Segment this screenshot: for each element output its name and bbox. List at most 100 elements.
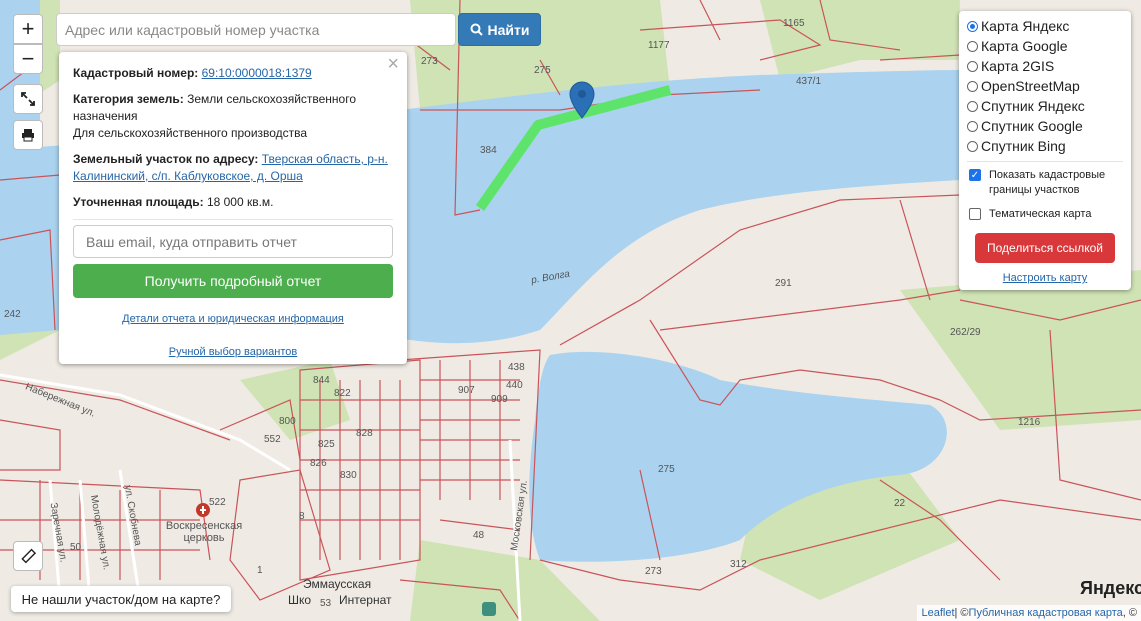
layer-option-yandex-satellite[interactable]: Спутник Яндекс bbox=[967, 96, 1123, 116]
parcel-label-830: 830 bbox=[340, 470, 357, 481]
print-button[interactable] bbox=[13, 120, 43, 150]
parcel-label-291: 291 bbox=[775, 278, 792, 289]
parcel-label-275b: 275 bbox=[658, 464, 675, 475]
show-boundaries-toggle[interactable]: ✓ Показать кадастровые границы участков bbox=[967, 168, 1123, 198]
attribution-tail: , © bbox=[1122, 607, 1137, 619]
parcel-label-1216: 1216 bbox=[1018, 417, 1041, 428]
radio-icon[interactable] bbox=[967, 100, 978, 112]
parcel-label-273: 273 bbox=[421, 56, 438, 67]
radio-icon[interactable] bbox=[967, 60, 978, 72]
checkbox-checked-icon[interactable]: ✓ bbox=[969, 169, 981, 181]
search-input[interactable] bbox=[56, 13, 456, 46]
parcel-label-826: 826 bbox=[310, 458, 327, 469]
land-usage-value: Для сельскохозяйственного производства bbox=[73, 126, 308, 140]
manual-choice-link[interactable]: Ручной выбор вариантов bbox=[169, 346, 297, 358]
layer-option-google-map[interactable]: Карта Google bbox=[967, 36, 1123, 56]
layer-option-label: Карта Google bbox=[981, 38, 1068, 54]
address-label: Земельный участок по адресу: bbox=[73, 152, 259, 166]
tune-map-link[interactable]: Настроить карту bbox=[1003, 272, 1088, 284]
parcel-label-273b: 273 bbox=[645, 566, 662, 577]
area-row: Уточненная площадь: 18 000 кв.м. bbox=[73, 194, 393, 211]
parcel-label-1177: 1177 bbox=[648, 40, 670, 51]
layer-option-label: OpenStreetMap bbox=[981, 78, 1080, 94]
parcel-label-522: 522 bbox=[209, 497, 226, 508]
layer-option-osm[interactable]: OpenStreetMap bbox=[967, 76, 1123, 96]
layer-option-google-satellite[interactable]: Спутник Google bbox=[967, 116, 1123, 136]
fullscreen-button[interactable] bbox=[13, 84, 43, 114]
thematic-map-label: Тематическая карта bbox=[989, 208, 1092, 220]
address-row: Земельный участок по адресу: Тверская об… bbox=[73, 151, 393, 185]
parcel-label-825: 825 bbox=[318, 439, 335, 450]
parcel-label-53: 53 bbox=[320, 598, 332, 609]
leaflet-link[interactable]: Leaflet bbox=[921, 607, 954, 619]
parcel-label-50: 50 bbox=[70, 542, 82, 553]
church-label: Воскресенская церковь bbox=[165, 520, 243, 544]
parcel-label-822: 822 bbox=[334, 388, 351, 399]
tune-map-row: Настроить карту bbox=[967, 272, 1123, 284]
layer-option-label: Спутник Bing bbox=[981, 138, 1066, 154]
layer-option-bing-satellite[interactable]: Спутник Bing bbox=[967, 136, 1123, 156]
parcel-label-8: 8 bbox=[299, 511, 305, 522]
parcel-label-275: 275 bbox=[534, 65, 551, 76]
parcel-label-262: 262/29 bbox=[950, 327, 981, 338]
zoom-in-button[interactable]: + bbox=[13, 14, 43, 44]
zoom-out-button[interactable]: − bbox=[13, 44, 43, 74]
search-icon bbox=[470, 23, 483, 36]
cadastral-number-row: Кадастровый номер: 69:10:0000018:1379 bbox=[73, 65, 393, 82]
share-link-button[interactable]: Поделиться ссылкой bbox=[975, 233, 1115, 263]
radio-icon[interactable] bbox=[967, 40, 978, 52]
parcel-label-1165: 1165 bbox=[783, 18, 805, 29]
parcel-label-438: 438 bbox=[508, 362, 525, 373]
parcel-label-384: 384 bbox=[480, 145, 497, 156]
layer-option-2gis-map[interactable]: Карта 2GIS bbox=[967, 56, 1123, 76]
parcel-label-312: 312 bbox=[730, 559, 747, 570]
ruler-icon bbox=[21, 548, 36, 564]
parcel-label-22: 22 bbox=[894, 498, 906, 509]
parcel-label-1: 1 bbox=[257, 565, 263, 576]
parcel-info-popup: × Кадастровый номер: 69:10:0000018:1379 … bbox=[59, 52, 407, 364]
find-button[interactable]: Найти bbox=[458, 13, 541, 46]
thematic-map-toggle[interactable]: Тематическая карта bbox=[967, 207, 1123, 222]
radio-icon[interactable] bbox=[967, 120, 978, 132]
not-found-button[interactable]: Не нашли участок/дом на карте? bbox=[11, 586, 231, 612]
show-boundaries-label: Показать кадастровые границы участков bbox=[989, 169, 1106, 196]
expand-icon bbox=[21, 92, 35, 106]
popup-divider bbox=[73, 219, 393, 220]
map-attribution: Leaflet | © Публичная кадастровая карта … bbox=[917, 605, 1141, 621]
parcel-label-440: 440 bbox=[506, 380, 523, 391]
land-category-row: Категория земель: Земли сельскохозяйстве… bbox=[73, 91, 393, 142]
parcel-label-828: 828 bbox=[356, 428, 373, 439]
radio-icon[interactable] bbox=[967, 20, 978, 32]
close-icon[interactable]: × bbox=[387, 54, 399, 74]
parcel-label-844: 844 bbox=[313, 375, 330, 386]
parcel-label-800: 800 bbox=[279, 416, 296, 427]
print-icon bbox=[22, 129, 34, 142]
checkbox-icon[interactable] bbox=[969, 208, 981, 220]
parcel-label-242: 242 bbox=[4, 309, 21, 320]
cadastral-number-label: Кадастровый номер: bbox=[73, 66, 199, 80]
internat-label: Интернат bbox=[339, 593, 392, 607]
cadastral-number-link[interactable]: 69:10:0000018:1379 bbox=[202, 66, 312, 80]
ruler-button[interactable] bbox=[13, 541, 43, 571]
radio-icon[interactable] bbox=[967, 140, 978, 152]
email-field[interactable] bbox=[73, 225, 393, 258]
parcel-label-552: 552 bbox=[264, 434, 281, 445]
land-category-label: Категория земель: bbox=[73, 92, 184, 106]
layer-option-label: Карта Яндекс bbox=[981, 18, 1070, 34]
layer-option-yandex-map[interactable]: Карта Яндекс bbox=[967, 16, 1123, 36]
pkk-link[interactable]: Публичная кадастровая карта bbox=[969, 607, 1123, 619]
yandex-logo: Яндекс bbox=[1080, 578, 1141, 598]
parcel-label-907: 907 bbox=[458, 385, 475, 396]
parcel-label-909: 909 bbox=[491, 394, 508, 405]
report-details-link[interactable]: Детали отчета и юридическая информация bbox=[122, 313, 344, 325]
get-report-button[interactable]: Получить подробный отчет bbox=[73, 264, 393, 298]
layer-option-label: Карта 2GIS bbox=[981, 58, 1055, 74]
school-label: Шко bbox=[288, 593, 312, 607]
area-label: Уточненная площадь: bbox=[73, 195, 204, 209]
layer-option-label: Спутник Яндекс bbox=[981, 98, 1085, 114]
layers-panel: Карта Яндекс Карта Google Карта 2GIS Ope… bbox=[959, 11, 1131, 290]
layers-divider bbox=[967, 161, 1123, 162]
find-button-label: Найти bbox=[487, 21, 530, 38]
radio-icon[interactable] bbox=[967, 80, 978, 92]
parcel-label-48: 48 bbox=[473, 530, 485, 541]
